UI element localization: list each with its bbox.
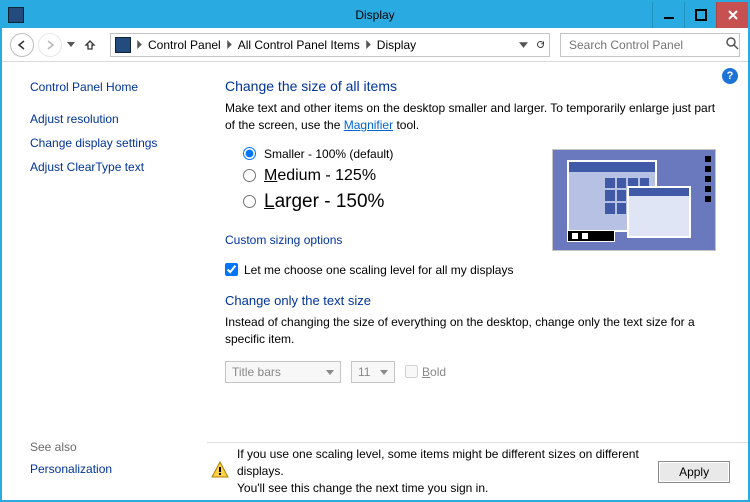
heading-size-all: Change the size of all items (225, 78, 724, 94)
sidebar-link-cleartype[interactable]: Adjust ClearType text (30, 160, 207, 174)
breadcrumb-item[interactable]: Control Panel (148, 38, 221, 52)
navbar: Control Panel All Control Panel Items Di… (2, 28, 748, 62)
chevron-down-icon (326, 365, 334, 379)
heading-text-size: Change only the text size (225, 293, 724, 308)
refresh-icon[interactable] (536, 38, 545, 52)
sidebar-link-display-settings[interactable]: Change display settings (30, 136, 207, 150)
description2: Instead of changing the size of everythi… (225, 314, 724, 349)
maximize-button[interactable] (684, 2, 716, 28)
search-icon[interactable] (726, 37, 739, 53)
minimize-button[interactable] (652, 2, 684, 28)
search-box[interactable] (560, 33, 740, 57)
bold-checkbox[interactable] (405, 365, 418, 378)
radio-medium-input[interactable] (243, 169, 256, 182)
radio-larger-input[interactable] (243, 195, 256, 208)
description: Make text and other items on the desktop… (225, 100, 724, 135)
breadcrumb-item[interactable]: All Control Panel Items (238, 38, 360, 52)
control-panel-icon (115, 37, 131, 53)
seealso-heading: See also (30, 440, 112, 454)
size-select[interactable]: 11 (351, 361, 395, 383)
one-scaling-checkbox-row[interactable]: Let me choose one scaling level for all … (225, 263, 724, 277)
up-button[interactable] (80, 35, 100, 55)
main-content: Change the size of all items Make text a… (207, 62, 748, 500)
footer: If you use one scaling level, some items… (207, 442, 748, 500)
radio-smaller-input[interactable] (243, 147, 256, 160)
history-dropdown[interactable] (66, 42, 76, 48)
close-button[interactable] (716, 2, 748, 28)
back-button[interactable] (10, 33, 34, 57)
apply-button[interactable]: Apply (658, 461, 730, 483)
titlebar: Display (2, 2, 748, 28)
sidebar-link-resolution[interactable]: Adjust resolution (30, 112, 207, 126)
sidebar-home[interactable]: Control Panel Home (30, 80, 207, 94)
app-icon (8, 7, 24, 23)
item-select[interactable]: Title bars (225, 361, 341, 383)
sidebar: Control Panel Home Adjust resolution Cha… (2, 62, 207, 500)
window-title: Display (2, 8, 748, 22)
custom-sizing-link[interactable]: Custom sizing options (225, 233, 342, 247)
chevron-down-icon (380, 365, 388, 379)
address-bar[interactable]: Control Panel All Control Panel Items Di… (110, 33, 550, 57)
one-scaling-checkbox[interactable] (225, 263, 238, 276)
breadcrumb-item[interactable]: Display (377, 38, 416, 52)
magnifier-link[interactable]: Magnifier (344, 118, 393, 132)
bold-checkbox-row[interactable]: Bold (405, 365, 446, 379)
warning-icon (211, 461, 229, 482)
chevron-down-icon[interactable] (519, 38, 528, 52)
preview-image (552, 149, 716, 251)
forward-button[interactable] (38, 33, 62, 57)
sidebar-link-personalization[interactable]: Personalization (30, 462, 112, 476)
search-input[interactable] (567, 37, 726, 53)
